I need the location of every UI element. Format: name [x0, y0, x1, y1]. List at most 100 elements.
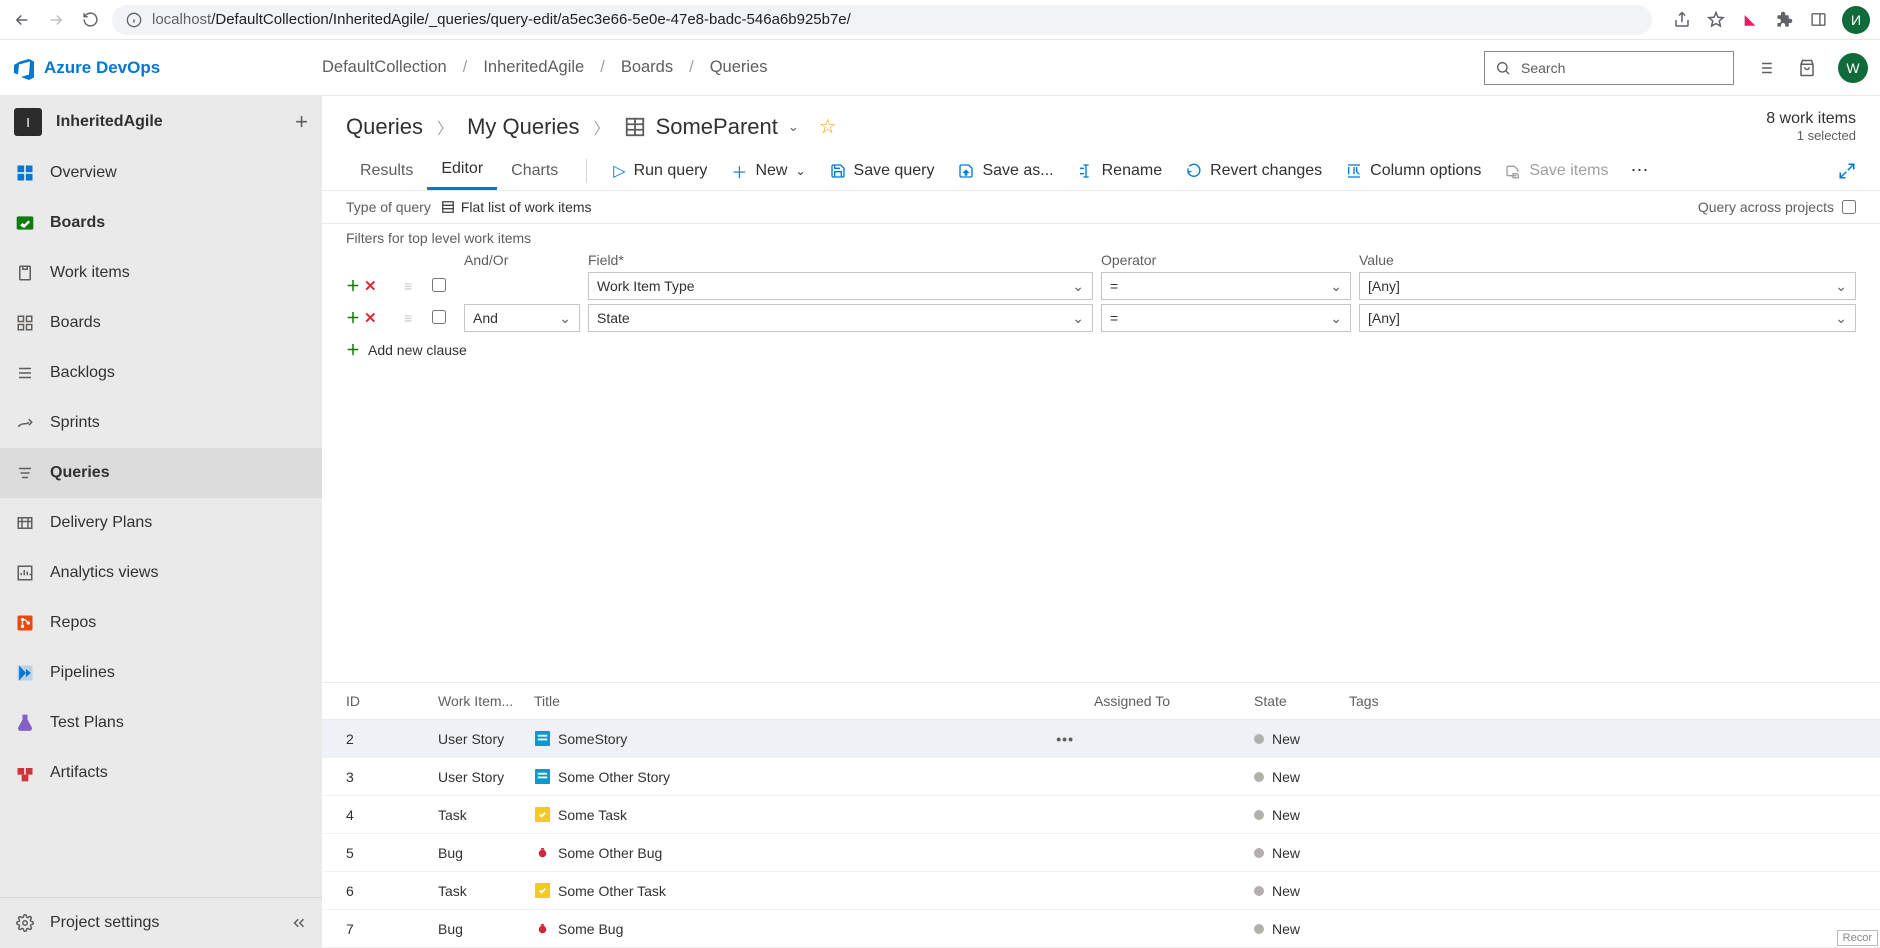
value-select[interactable]: [Any]⌄ [1359, 304, 1856, 332]
drag-handle-icon[interactable]: ≡ [404, 310, 424, 326]
col-header-title[interactable]: Title [534, 693, 1094, 709]
sidebar-item-label: Overview [50, 164, 117, 182]
shopping-bag-icon[interactable] [1796, 57, 1818, 79]
col-header-id[interactable]: ID [346, 693, 438, 709]
project-settings-link[interactable]: Project settings [0, 898, 322, 948]
sidebar-item-pipelines[interactable]: Pipelines [0, 648, 322, 698]
sidebar-item-boards[interactable]: Boards [0, 298, 322, 348]
save-query-button[interactable]: Save query [818, 151, 947, 190]
tab-results[interactable]: Results [346, 151, 427, 190]
col-header-state[interactable]: State [1254, 693, 1349, 709]
browser-back-button[interactable] [10, 8, 34, 32]
clause-checkbox[interactable] [432, 310, 446, 324]
user-avatar[interactable]: W [1838, 53, 1868, 83]
result-row[interactable]: 5BugSome Other BugNew [322, 834, 1880, 872]
bookmark-star-icon[interactable] [1706, 10, 1726, 30]
filter-header-value: Value [1359, 252, 1856, 268]
run-query-button[interactable]: ▷Run query [601, 151, 719, 190]
sidebar-item-repos[interactable]: Repos [0, 598, 322, 648]
sidebar-item-boards[interactable]: Boards [0, 198, 322, 248]
extensions-icon[interactable] [1774, 10, 1794, 30]
col-header-type[interactable]: Work Item... [438, 693, 534, 709]
result-row[interactable]: 4TaskSome TaskNew [322, 796, 1880, 834]
cell-title[interactable]: Some Other Task [558, 883, 666, 899]
operator-select[interactable]: =⌄ [1101, 304, 1351, 332]
result-row[interactable]: 7BugSome BugNew [322, 910, 1880, 948]
result-row[interactable]: 2User StorySomeStory•••New [322, 720, 1880, 758]
delete-row-icon[interactable]: ✕ [364, 309, 377, 327]
sidebar-item-label: Work items [50, 264, 130, 282]
col-header-assigned[interactable]: Assigned To [1094, 693, 1254, 709]
sidebar-item-analytics-views[interactable]: Analytics views [0, 548, 322, 598]
cell-id: 3 [346, 769, 438, 785]
site-info-icon[interactable] [126, 12, 142, 28]
sidebar-item-overview[interactable]: Overview [0, 148, 322, 198]
fullscreen-icon[interactable] [1838, 162, 1856, 180]
add-row-icon[interactable]: ＋ [346, 308, 360, 328]
query-type-selector[interactable]: Flat list of work items [441, 199, 592, 215]
column-options-button[interactable]: Column options [1334, 151, 1493, 190]
breadcrumb-item[interactable]: DefaultCollection [322, 58, 447, 77]
rename-button[interactable]: Rename [1066, 151, 1174, 190]
sidebar-item-test-plans[interactable]: Test Plans [0, 698, 322, 748]
side-panel-icon[interactable] [1808, 10, 1828, 30]
query-across-projects-checkbox[interactable] [1842, 200, 1856, 214]
breadcrumb-item[interactable]: Queries [710, 58, 768, 77]
overview-icon [14, 162, 36, 184]
add-row-icon[interactable]: ＋ [346, 276, 360, 296]
new-button[interactable]: ＋New⌄ [719, 151, 817, 190]
breadcrumb-item[interactable]: InheritedAgile [483, 58, 584, 77]
search-input[interactable]: Search [1484, 51, 1734, 85]
browser-url-bar[interactable]: localhost/DefaultCollection/InheritedAgi… [112, 5, 1652, 35]
cell-title[interactable]: SomeStory [558, 731, 627, 747]
tab-editor[interactable]: Editor [427, 151, 497, 190]
more-actions-button[interactable]: ⋯ [1620, 160, 1660, 181]
result-row[interactable]: 3User StorySome Other StoryNew [322, 758, 1880, 796]
favorite-star-icon[interactable]: ☆ [819, 114, 837, 139]
sidebar-item-queries[interactable]: Queries [0, 448, 322, 498]
new-item-button[interactable]: + [295, 109, 308, 135]
add-clause-button[interactable]: ＋ Add new clause [346, 340, 1856, 360]
sidebar-item-backlogs[interactable]: Backlogs [0, 348, 322, 398]
save-as-button[interactable]: Save as... [946, 151, 1065, 190]
title-crumb-myqueries[interactable]: My Queries [467, 114, 579, 140]
drag-handle-icon[interactable]: ≡ [404, 278, 424, 294]
cell-id: 5 [346, 845, 438, 861]
field-select[interactable]: Work Item Type⌄ [588, 272, 1093, 300]
sidebar-item-sprints[interactable]: Sprints [0, 398, 322, 448]
cell-title[interactable]: Some Other Story [558, 769, 670, 785]
chevron-right-icon: 〉 [437, 115, 453, 139]
title-crumb-queries[interactable]: Queries [346, 114, 423, 140]
product-name[interactable]: Azure DevOps [44, 58, 160, 78]
result-row[interactable]: 6TaskSome Other TaskNew [322, 872, 1880, 910]
cell-title[interactable]: Some Task [558, 807, 627, 823]
row-actions-button[interactable]: ••• [1056, 731, 1074, 747]
list-view-icon[interactable] [1754, 57, 1776, 79]
sidebar-item-work-items[interactable]: Work items [0, 248, 322, 298]
cell-title[interactable]: Some Bug [558, 921, 623, 937]
project-selector[interactable]: I InheritedAgile + [0, 96, 322, 148]
browser-profile-avatar[interactable]: И [1842, 6, 1870, 34]
value-select[interactable]: [Any]⌄ [1359, 272, 1856, 300]
cell-title[interactable]: Some Other Bug [558, 845, 662, 861]
extension-color-icon[interactable]: ◣ [1740, 10, 1760, 30]
backlogs-icon [14, 362, 36, 384]
breadcrumb-item[interactable]: Boards [621, 58, 673, 77]
sidebar-item-delivery-plans[interactable]: Delivery Plans [0, 498, 322, 548]
browser-forward-button[interactable] [44, 8, 68, 32]
sidebar-item-label: Boards [50, 314, 101, 332]
andor-select[interactable]: And⌄ [464, 304, 580, 332]
tab-charts[interactable]: Charts [497, 151, 572, 190]
operator-select[interactable]: =⌄ [1101, 272, 1351, 300]
sidebar-item-artifacts[interactable]: Artifacts [0, 748, 322, 798]
field-select[interactable]: State⌄ [588, 304, 1093, 332]
azure-devops-logo-icon[interactable] [12, 56, 36, 80]
revert-button[interactable]: Revert changes [1174, 151, 1334, 190]
query-dropdown-icon[interactable]: ⌄ [788, 119, 799, 135]
col-header-tags[interactable]: Tags [1349, 693, 1856, 709]
delete-row-icon[interactable]: ✕ [364, 277, 377, 295]
share-icon[interactable] [1672, 10, 1692, 30]
browser-reload-button[interactable] [78, 8, 102, 32]
collapse-sidebar-icon[interactable] [290, 914, 308, 932]
clause-checkbox[interactable] [432, 278, 446, 292]
